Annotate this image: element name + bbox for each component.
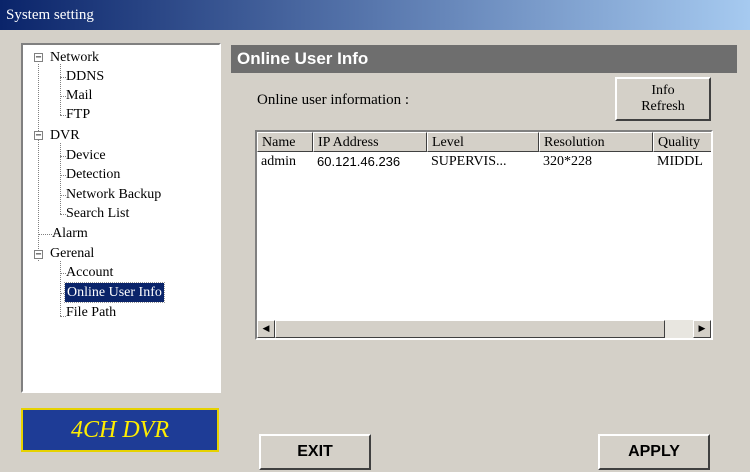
column-header-name[interactable]: Name xyxy=(257,132,313,152)
tree-connector xyxy=(60,64,61,115)
info-refresh-button[interactable]: Info Refresh xyxy=(615,77,711,121)
column-header-quality[interactable]: Quality xyxy=(653,132,711,152)
horizontal-scrollbar[interactable]: ◀ ▶ xyxy=(257,320,711,338)
online-user-label: Online user information : xyxy=(257,92,410,108)
settings-tree[interactable]: − − − Network DDNS Mail FTP DVR Device D… xyxy=(21,43,221,393)
tree-item-network[interactable]: Network xyxy=(50,48,99,67)
tree-item-online-user-info[interactable]: Online User Info xyxy=(64,282,165,303)
collapse-general-icon[interactable]: − xyxy=(34,250,43,260)
cell-level: SUPERVIS... xyxy=(431,154,507,169)
tree-item-ddns[interactable]: DDNS xyxy=(66,67,104,86)
cell-resolution: 320*228 xyxy=(543,154,592,169)
tree-item-detection[interactable]: Detection xyxy=(66,165,120,184)
tree-connector xyxy=(60,261,61,316)
product-logo: 4CH DVR xyxy=(21,408,219,452)
column-header-level[interactable]: Level xyxy=(427,132,539,152)
apply-button[interactable]: APPLY xyxy=(598,434,710,470)
tree-item-file-path[interactable]: File Path xyxy=(66,303,116,322)
table-row[interactable]: admin 60.121.46.236 SUPERVIS... 320*228 … xyxy=(257,153,711,171)
collapse-network-icon[interactable]: − xyxy=(34,53,43,63)
cell-quality: MIDDL xyxy=(657,154,703,169)
tree-connector xyxy=(38,234,52,235)
collapse-dvr-icon[interactable]: − xyxy=(34,131,43,141)
tree-item-mail[interactable]: Mail xyxy=(66,86,92,105)
column-header-resolution[interactable]: Resolution xyxy=(539,132,653,152)
panel-title: Online User Info xyxy=(231,45,737,73)
tree-connector xyxy=(38,64,39,261)
scroll-right-icon[interactable]: ▶ xyxy=(693,320,711,338)
tree-item-alarm[interactable]: Alarm xyxy=(52,224,88,243)
table-header: Name IP Address Level Resolution Quality xyxy=(257,132,711,152)
tree-item-account[interactable]: Account xyxy=(66,263,113,282)
online-users-table[interactable]: Name IP Address Level Resolution Quality… xyxy=(255,130,713,340)
tree-item-device[interactable]: Device xyxy=(66,146,106,165)
tree-item-general[interactable]: Gerenal xyxy=(50,244,94,263)
cell-ip-address: 60.121.46.236 xyxy=(317,154,401,169)
column-header-ip-address[interactable]: IP Address xyxy=(313,132,427,152)
exit-button[interactable]: EXIT xyxy=(259,434,371,470)
tree-connector xyxy=(60,143,61,214)
window-title: System setting xyxy=(0,0,750,30)
tree-item-search-list[interactable]: Search List xyxy=(66,204,129,223)
info-refresh-label-line1: Info xyxy=(651,83,675,98)
tree-item-ftp[interactable]: FTP xyxy=(66,105,90,124)
tree-item-dvr[interactable]: DVR xyxy=(50,126,80,145)
scrollbar-thumb[interactable] xyxy=(275,320,665,338)
scroll-left-icon[interactable]: ◀ xyxy=(257,320,275,338)
info-refresh-label-line2: Refresh xyxy=(641,99,685,114)
cell-name: admin xyxy=(261,154,296,169)
tree-item-network-backup[interactable]: Network Backup xyxy=(66,185,161,204)
